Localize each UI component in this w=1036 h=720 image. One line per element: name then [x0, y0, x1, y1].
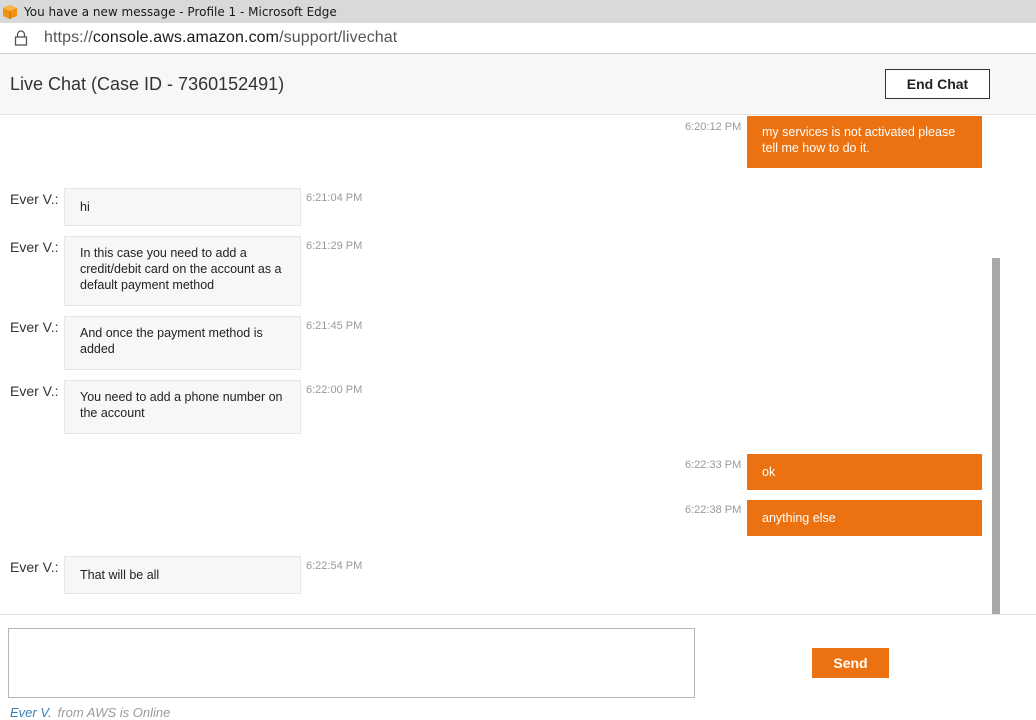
window-title: You have a new message - Profile 1 - Mic…	[24, 4, 337, 19]
agent-name: Ever V.:	[10, 191, 59, 207]
url-host: console.aws.amazon.com	[92, 29, 280, 46]
agent-name: Ever V.:	[10, 319, 59, 335]
message-timestamp: 6:21:04 PM	[306, 192, 363, 204]
message-timestamp: 6:22:54 PM	[306, 560, 363, 572]
address-bar[interactable]: https://console.aws.amazon.com/support/l…	[0, 23, 1036, 54]
agent-name: Ever V.:	[10, 383, 59, 399]
user-message-bubble: anything else	[747, 500, 982, 536]
status-agent-name: Ever V.	[10, 705, 52, 720]
agent-message-bubble: You need to add a phone number on the ac…	[64, 380, 301, 434]
message-timestamp: 6:22:38 PM	[685, 504, 742, 516]
agent-message-bubble: That will be all	[64, 556, 301, 594]
page-title: Live Chat (Case ID - 7360152491)	[10, 74, 285, 94]
url-path: /support/livechat	[279, 29, 398, 46]
url-text[interactable]: https://console.aws.amazon.com/support/l…	[44, 29, 397, 47]
message-timestamp: 6:21:29 PM	[306, 240, 363, 252]
message-input[interactable]	[8, 628, 695, 698]
lock-icon[interactable]	[14, 30, 28, 46]
message-timestamp: 6:22:33 PM	[685, 459, 742, 471]
agent-name: Ever V.:	[10, 559, 59, 575]
agent-message-bubble: And once the payment method is added	[64, 316, 301, 370]
agent-name: Ever V.:	[10, 239, 59, 255]
message-timestamp: 6:22:00 PM	[306, 384, 363, 396]
status-text: from AWS is Online	[57, 705, 171, 720]
send-button[interactable]: Send	[812, 648, 889, 678]
aws-box-icon	[3, 4, 17, 19]
message-timestamp: 6:20:12 PM	[685, 121, 742, 133]
chat-transcript[interactable]: 6:20:12 PM my services is not activated …	[0, 116, 1036, 614]
agent-message-bubble: In this case you need to add a credit/de…	[64, 236, 301, 306]
transcript-scrollbar[interactable]	[992, 258, 1000, 614]
agent-status: Ever V. from AWS is Online	[10, 705, 170, 720]
window-titlebar: You have a new message - Profile 1 - Mic…	[0, 0, 1036, 23]
user-message-bubble: my services is not activated please tell…	[747, 116, 982, 168]
agent-message-bubble: hi	[64, 188, 301, 226]
url-prefix: https://	[44, 29, 93, 46]
user-message-bubble: ok	[747, 454, 982, 490]
chat-header: Live Chat (Case ID - 7360152491)	[0, 54, 1036, 115]
end-chat-button[interactable]: End Chat	[885, 69, 990, 99]
message-timestamp: 6:21:45 PM	[306, 320, 363, 332]
composer-divider	[0, 614, 1036, 615]
